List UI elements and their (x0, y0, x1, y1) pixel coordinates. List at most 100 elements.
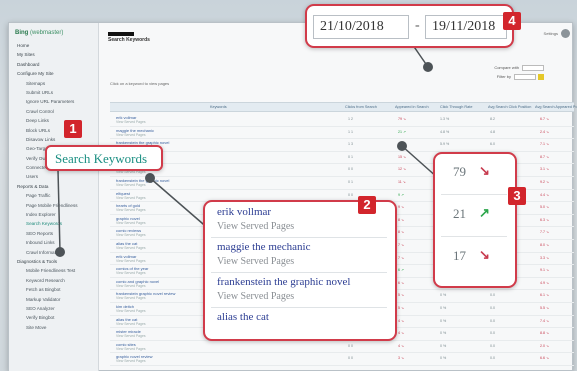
callout-keyword[interactable]: frankenstein the graphic novel (217, 276, 350, 288)
badge-1: 1 (64, 120, 82, 138)
callout-view-served-pages[interactable]: View Served Pages (217, 291, 294, 302)
sidebar-item[interactable]: Deep Links (14, 116, 98, 125)
sidebar-item[interactable]: Fetch as Bingbot (14, 285, 98, 294)
table-cell: 79 ↘ (398, 117, 407, 121)
table-cell: 4 ↘ (398, 343, 405, 348)
view-served-pages-link[interactable]: View Served Pages (116, 208, 146, 212)
filter-controls: Compare with Filter by (494, 63, 544, 81)
table-cell: 6.7 ↘ (540, 117, 550, 121)
table-cell: 0 0 (348, 167, 353, 172)
sidebar-item[interactable]: Ignore URL Parameters (14, 97, 98, 106)
compare-label: Compare with (494, 65, 519, 70)
sidebar-item[interactable]: Page Traffic (14, 191, 98, 200)
view-served-pages-link[interactable]: View Served Pages (116, 246, 146, 250)
callout-keyword[interactable]: maggie the mechanic (217, 241, 310, 253)
settings-link[interactable]: Settings (544, 31, 558, 36)
sidebar-item[interactable]: Page Mobile Friendliness (14, 201, 98, 210)
callout-date-range: 21/10/2018 - 19/11/2018 (305, 4, 514, 48)
sidebar-item[interactable]: Disavow Links (14, 135, 98, 144)
table-cell: 0.0 (490, 318, 495, 323)
divider (441, 236, 507, 237)
appeared-count: 79 (453, 164, 466, 179)
sidebar-item[interactable]: Dashboard (14, 60, 98, 69)
table-cell: 0.0 (490, 293, 495, 298)
sidebar-item[interactable]: Verify Bingbot (14, 313, 98, 322)
view-served-pages-link[interactable]: View Served Pages (116, 334, 146, 338)
table-cell: 6.0 (490, 142, 495, 147)
table-cell: 3.1 ↘ (540, 167, 550, 172)
sidebar-item[interactable]: SEO Analyzer (14, 304, 98, 313)
table-cell: 6.1 ↘ (540, 293, 550, 298)
table-cell: 8.0 ↘ (540, 242, 550, 247)
view-served-pages-link[interactable]: View Served Pages (116, 233, 146, 237)
view-served-pages-link[interactable]: View Served Pages (116, 133, 146, 137)
sidebar-item[interactable]: Mobile Friendliness Test (14, 266, 98, 275)
callout-keyword[interactable]: alias the cat (217, 311, 269, 323)
sidebar-item[interactable]: Block URLs (14, 126, 98, 135)
sidebar-item[interactable]: Search Keywords (14, 219, 98, 228)
view-served-pages-link[interactable]: View Served Pages (116, 359, 146, 363)
badge-2: 2 (358, 196, 376, 214)
view-served-pages-link[interactable]: View Served Pages (116, 271, 146, 275)
view-served-pages-link[interactable]: View Served Pages (116, 296, 146, 300)
compare-select[interactable] (522, 64, 544, 71)
view-served-pages-link[interactable]: View Served Pages (116, 309, 146, 313)
date-from-input[interactable]: 21/10/2018 (313, 15, 409, 39)
sidebar-item[interactable]: Index Explorer (14, 210, 98, 219)
callout-keyword[interactable]: erik vollmar (217, 206, 271, 218)
table-cell: 1 1 (348, 129, 353, 134)
date-to-input[interactable]: 19/11/2018 (425, 15, 507, 39)
table-cell: 4.8 % (440, 129, 450, 134)
table-cell: 0 % (440, 293, 447, 298)
sidebar: Bing (webmaster) Home My Sites Dashboard Co… (9, 23, 99, 371)
view-served-pages-link[interactable]: View Served Pages (116, 221, 146, 225)
sidebar-item[interactable]: Site Move (14, 323, 98, 332)
view-served-pages-link[interactable]: View Served Pages (116, 183, 146, 187)
column-header[interactable]: Clicks from Search (345, 105, 377, 109)
column-header[interactable]: Appeared in Search (395, 105, 429, 109)
column-header[interactable]: Keywords (210, 105, 227, 109)
table-cell: 3.3 ↘ (540, 255, 550, 260)
filter-select[interactable] (514, 73, 536, 80)
sidebar-item[interactable]: Submit URLs (14, 88, 98, 97)
table-row: frankenstein the graphic novelView Serve… (110, 139, 574, 152)
badge-3: 3 (508, 187, 526, 205)
view-served-pages-link[interactable]: View Served Pages (116, 120, 146, 124)
sidebar-item[interactable]: Home (14, 41, 98, 50)
sidebar-item[interactable]: SEO Reports (14, 229, 98, 238)
table-cell: 3 ↘ (398, 356, 405, 361)
connector-dot-4 (423, 62, 433, 72)
table-cell: 6.6 ↘ (540, 356, 550, 361)
table-cell: 9 ↘ (398, 205, 405, 210)
sidebar-item[interactable]: Reports & Data (14, 182, 98, 191)
table-cell: 0.0 (490, 343, 495, 348)
table-cell: 12 ↘ (398, 167, 407, 172)
badge-4: 4 (503, 12, 521, 30)
sidebar-item[interactable]: Crawl Control (14, 107, 98, 116)
export-chip[interactable] (538, 73, 544, 80)
sidebar-item[interactable]: Diagnostics & Tools (14, 257, 98, 266)
view-served-pages-link[interactable]: View Served Pages (116, 322, 146, 326)
sidebar-item[interactable]: Keyword Research (14, 276, 98, 285)
callout-view-served-pages[interactable]: View Served Pages (217, 256, 294, 267)
view-served-pages-link[interactable]: View Served Pages (116, 284, 146, 288)
sidebar-item[interactable]: Markup Validator (14, 295, 98, 304)
callout-view-served-pages[interactable]: View Served Pages (217, 221, 294, 232)
sidebar-item[interactable]: Inbound Links (14, 238, 98, 247)
column-header[interactable]: Avg Search Click Position (488, 105, 531, 109)
sidebar-item[interactable]: Sitemaps (14, 79, 98, 88)
sidebar-item[interactable]: Configure My Site (14, 69, 98, 78)
table-cell: 1 3 (348, 142, 353, 147)
site-header: Search Keywords (108, 31, 150, 43)
callout-1-text[interactable]: Search Keywords (55, 151, 147, 167)
sidebar-item[interactable]: Users (14, 172, 98, 181)
brand-logo[interactable]: Bing (webmaster) (15, 30, 63, 36)
column-header[interactable]: Click Through Rate (440, 105, 472, 109)
column-header[interactable]: Avg Search Appeared Position (535, 105, 577, 109)
view-served-pages-link[interactable]: View Served Pages (116, 347, 146, 351)
table-cell: 0.0 (490, 305, 495, 310)
gear-icon[interactable] (561, 29, 570, 38)
view-served-pages-link[interactable]: View Served Pages (116, 196, 146, 200)
view-served-pages-link[interactable]: View Served Pages (116, 259, 146, 263)
sidebar-item[interactable]: My Sites (14, 50, 98, 59)
